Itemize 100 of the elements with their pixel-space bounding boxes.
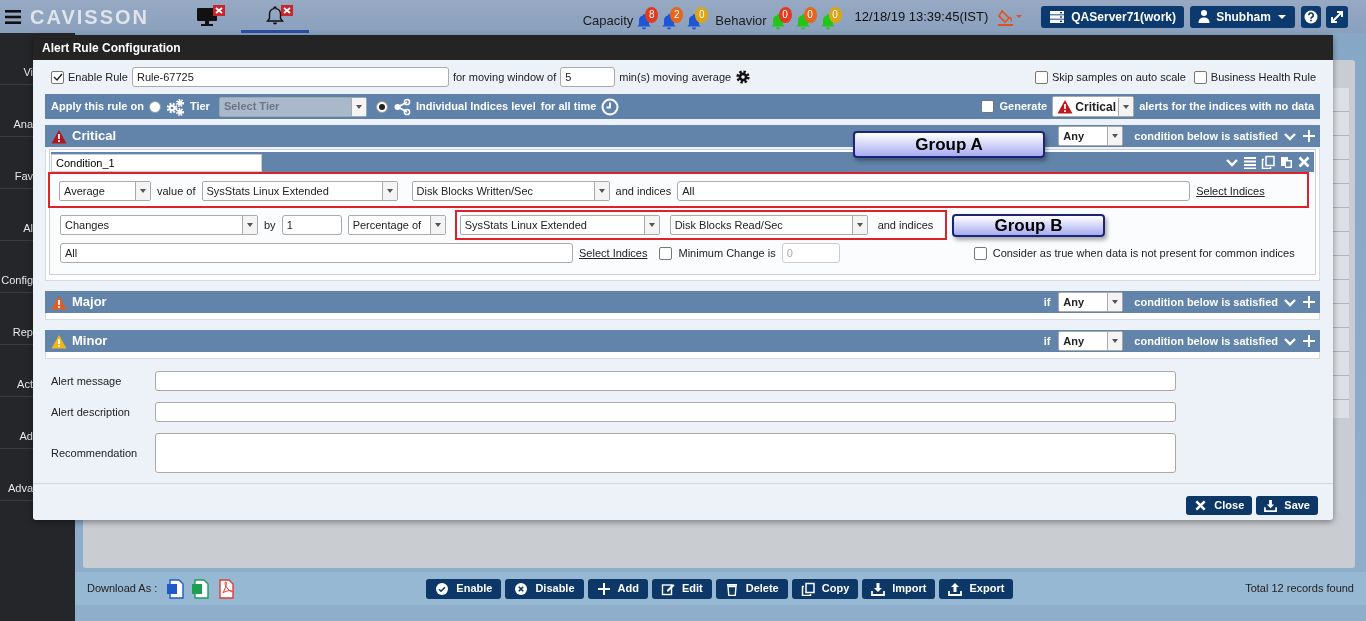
match-select[interactable]: Any xyxy=(1058,331,1124,351)
settings-icon[interactable] xyxy=(735,69,752,85)
plus-icon[interactable] xyxy=(1302,334,1316,348)
checkbox[interactable] xyxy=(1193,70,1207,84)
save-button[interactable]: Save xyxy=(1256,496,1318,515)
radio-button[interactable] xyxy=(375,100,388,113)
server-button[interactable]: QAServer71(work) xyxy=(1041,5,1184,28)
help-icon xyxy=(1304,9,1318,24)
if-label: if xyxy=(1043,294,1051,310)
sidebar-item[interactable]: Adva xyxy=(0,479,33,500)
close-icon xyxy=(1194,499,1208,512)
caret-icon xyxy=(597,187,606,195)
select-field[interactable]: Disk Blocks Written/Sec xyxy=(411,181,610,201)
gears-icon xyxy=(165,97,185,116)
plus-icon xyxy=(596,581,611,596)
pdf-document-icon[interactable] xyxy=(217,578,235,599)
caret-icon xyxy=(1111,298,1120,306)
sidebar-item[interactable]: Config xyxy=(0,271,33,292)
indices-field[interactable]: All xyxy=(60,243,573,263)
checkbox[interactable] xyxy=(51,70,64,84)
match-select[interactable]: Any xyxy=(1058,292,1124,312)
option-label: Generate xyxy=(999,99,1048,115)
indices-field[interactable]: All xyxy=(677,181,1191,201)
radio-button[interactable] xyxy=(148,100,161,113)
list-icon[interactable] xyxy=(1243,155,1257,169)
edit-button[interactable]: Edit xyxy=(651,578,712,599)
caret-icon xyxy=(354,102,363,111)
checkbox[interactable] xyxy=(973,246,987,260)
condition-label: condition below is satisfied xyxy=(1134,333,1278,349)
match-select[interactable]: Any xyxy=(1058,126,1124,146)
record-count: Total 12 records found xyxy=(1245,581,1354,597)
option-label: Individual Indices level xyxy=(415,99,536,115)
condition-name-field[interactable]: Condition_1 xyxy=(51,153,262,172)
checkbox[interactable] xyxy=(981,100,995,113)
user-menu-button[interactable]: Shubham xyxy=(1190,5,1295,28)
select-indices-link[interactable]: Select Indices xyxy=(579,244,648,262)
close-badge[interactable] xyxy=(213,5,225,16)
export-button[interactable]: Export xyxy=(939,578,1014,599)
sidebar-item[interactable]: Ad xyxy=(0,427,33,448)
if-label: if xyxy=(1043,333,1051,349)
sidebar-item[interactable]: Act xyxy=(0,375,33,396)
plus-icon[interactable] xyxy=(1302,295,1316,309)
sidebar-item[interactable]: Al xyxy=(0,219,33,240)
clock-icon[interactable] xyxy=(601,97,620,116)
copy-button[interactable]: Copy xyxy=(791,578,859,599)
select-field[interactable]: SysStats Linux Extended xyxy=(201,181,398,201)
close-button[interactable]: Close xyxy=(1186,496,1253,515)
caret-icon xyxy=(1122,102,1131,111)
sidebar-item[interactable]: Fav xyxy=(0,167,33,188)
close-badge[interactable] xyxy=(281,5,293,16)
sidebar-item[interactable]: Rep xyxy=(0,323,33,344)
text-area[interactable] xyxy=(155,433,1176,473)
caret-icon xyxy=(1111,132,1120,140)
select-field[interactable]: Disk Blocks Read/Sec xyxy=(669,215,868,235)
select-indices-link[interactable]: Select Indices xyxy=(1196,182,1265,200)
caret-icon xyxy=(139,187,147,195)
sidebar-item[interactable]: Vi xyxy=(0,63,33,84)
rule-name-field[interactable]: Rule-67725 xyxy=(131,67,449,87)
callout-label: Group B xyxy=(952,214,1105,237)
input-field[interactable] xyxy=(155,402,1176,422)
select-field[interactable]: SysStats Linux Extended xyxy=(459,215,660,235)
chevron-down-icon[interactable] xyxy=(1283,335,1297,347)
plus-icon[interactable] xyxy=(1302,129,1316,143)
help-button[interactable] xyxy=(1301,5,1321,28)
select-field[interactable]: Average xyxy=(59,181,151,201)
field-label: min(s) moving average xyxy=(619,69,732,85)
enable-button[interactable]: Enable xyxy=(426,578,502,599)
field-label: Alert description xyxy=(51,404,131,420)
server-icon xyxy=(1049,8,1066,25)
spreadsheet-icon[interactable] xyxy=(192,578,210,599)
input-field[interactable] xyxy=(155,371,1176,391)
chevron-down-icon[interactable] xyxy=(1283,130,1297,142)
chevron-down-icon[interactable] xyxy=(1283,296,1297,308)
count-badge: 0 xyxy=(778,7,792,23)
logo: CAVISSON xyxy=(30,4,149,30)
checkbox[interactable] xyxy=(1034,70,1048,84)
severity-select[interactable]: Critical xyxy=(1052,96,1135,117)
number-field[interactable]: 1 xyxy=(281,215,342,235)
add-button[interactable]: Add xyxy=(587,578,648,599)
expand-button[interactable] xyxy=(1326,5,1348,28)
select-field[interactable]: Changes xyxy=(60,215,258,235)
menu-icon[interactable] xyxy=(4,7,22,26)
count-badge: 8 xyxy=(645,7,659,23)
copy-icon[interactable] xyxy=(1261,155,1275,169)
delete-button[interactable]: Delete xyxy=(715,578,788,599)
word-document-icon[interactable] xyxy=(167,578,185,599)
option-label: Skip samples on auto scale xyxy=(1051,69,1186,85)
chevron-down-icon[interactable] xyxy=(1225,156,1239,168)
sidebar-item[interactable]: Ana xyxy=(0,115,33,136)
close-icon[interactable] xyxy=(1297,155,1311,169)
field-label: Alert message xyxy=(51,373,123,389)
checkbox[interactable] xyxy=(659,246,673,260)
paste-icon[interactable] xyxy=(1279,155,1293,169)
count-badge: 0 xyxy=(803,7,817,23)
select-field[interactable]: Percentage of xyxy=(347,215,446,235)
field-label: and indices xyxy=(615,183,672,199)
disable-button[interactable]: Disable xyxy=(505,578,584,599)
window-field[interactable]: 5 xyxy=(560,67,616,87)
warning-icon xyxy=(1057,99,1074,114)
import-button[interactable]: Import xyxy=(862,578,936,599)
